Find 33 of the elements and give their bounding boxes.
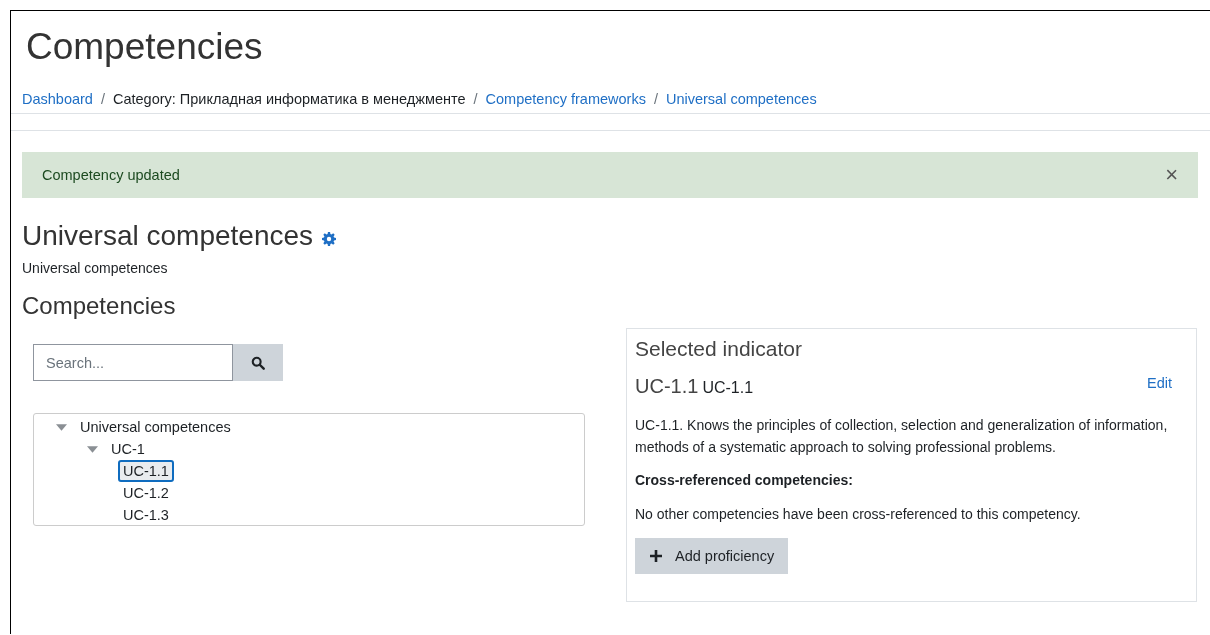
cross-reference-heading: Cross-referenced competencies:: [635, 472, 854, 488]
framework-description: Universal competences: [22, 260, 169, 276]
breadcrumb-text: Category: Прикладная информатика в менеджменте: [112, 91, 466, 107]
search-field[interactable]: Search...: [33, 344, 233, 381]
settings-icon[interactable]: [322, 232, 337, 246]
competency-shortname: UC-1.1: [702, 379, 754, 396]
tree-item[interactable]: UC-1.2: [118, 482, 174, 504]
cross-reference-message: No other competencies have been cross-referenced to this competency.: [635, 506, 1082, 522]
tree-item[interactable]: UC-1.3: [118, 504, 174, 526]
breadcrumb-separator: /: [472, 91, 479, 107]
breadcrumb-link[interactable]: Dashboard: [22, 91, 93, 107]
page-title: Competencies: [26, 25, 264, 69]
add-proficiency-button[interactable]: Add proficiency: [635, 538, 789, 574]
tree-item[interactable]: UC-1: [106, 438, 150, 460]
section-title: Competencies: [22, 292, 177, 320]
breadcrumb-link[interactable]: Competency frameworks: [485, 91, 646, 107]
competency-description: UC-1.1. Knows the principles of collection, selection and generalization of information, methods of a systematic approach to solving professional problems.: [635, 416, 1169, 457]
competency-idnumber: UC-1.1: [635, 375, 699, 397]
caret-icon[interactable]: [87, 445, 98, 453]
panel-title: Selected indicator: [635, 337, 803, 361]
tree-item[interactable]: Universal competences: [75, 416, 236, 438]
close-button[interactable]: ×: [1165, 162, 1178, 188]
search-button[interactable]: [233, 344, 283, 381]
breadcrumb-separator: /: [99, 91, 106, 107]
edit-link[interactable]: Edit: [1147, 375, 1172, 398]
breadcrumb-link[interactable]: Universal competences: [665, 91, 817, 107]
framework-title: Universal competences: [22, 219, 314, 253]
breadcrumb-separator: /: [652, 91, 659, 107]
caret-icon[interactable]: [56, 423, 67, 431]
search-icon: [251, 355, 265, 370]
tree-item[interactable]: UC-1.1: [118, 460, 174, 482]
plus-icon: [650, 550, 662, 562]
alert-message: Competency updated: [42, 167, 180, 183]
